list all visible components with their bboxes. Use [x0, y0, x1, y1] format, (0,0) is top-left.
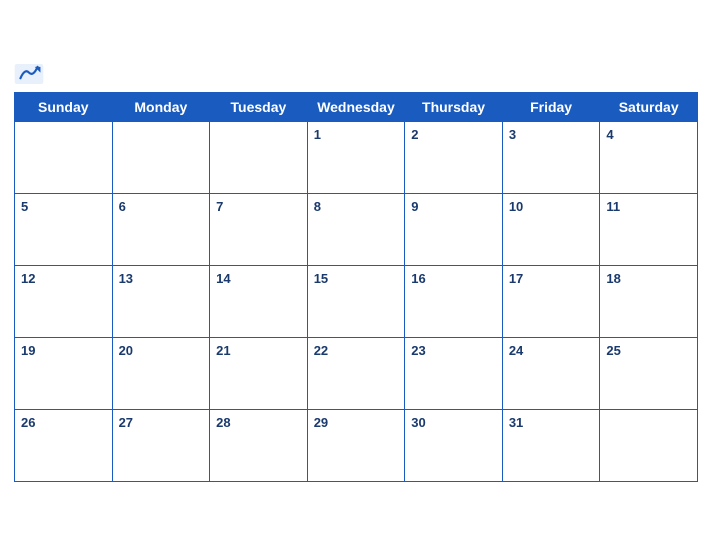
calendar-cell [15, 122, 113, 194]
day-number: 31 [509, 415, 523, 430]
day-number: 28 [216, 415, 230, 430]
day-number: 23 [411, 343, 425, 358]
day-number: 17 [509, 271, 523, 286]
calendar-body: 1234567891011121314151617181920212223242… [15, 122, 698, 482]
calendar-cell: 2 [405, 122, 503, 194]
calendar-cell: 26 [15, 410, 113, 482]
weekday-header-sunday: Sunday [15, 93, 113, 122]
calendar-cell [210, 122, 308, 194]
calendar-cell: 28 [210, 410, 308, 482]
calendar-cell: 14 [210, 266, 308, 338]
calendar-cell: 8 [307, 194, 405, 266]
calendar-cell: 22 [307, 338, 405, 410]
day-number: 14 [216, 271, 230, 286]
calendar-cell: 17 [502, 266, 600, 338]
calendar-wrapper: SundayMondayTuesdayWednesdayThursdayFrid… [0, 54, 712, 496]
weekday-header-saturday: Saturday [600, 93, 698, 122]
day-number: 8 [314, 199, 321, 214]
day-number: 19 [21, 343, 35, 358]
calendar-table: SundayMondayTuesdayWednesdayThursdayFrid… [14, 92, 698, 482]
calendar-cell: 27 [112, 410, 210, 482]
calendar-cell: 11 [600, 194, 698, 266]
day-number: 30 [411, 415, 425, 430]
weekday-header-monday: Monday [112, 93, 210, 122]
day-number: 29 [314, 415, 328, 430]
day-number: 16 [411, 271, 425, 286]
calendar-cell: 21 [210, 338, 308, 410]
day-number: 3 [509, 127, 516, 142]
calendar-cell: 24 [502, 338, 600, 410]
weekday-header-thursday: Thursday [405, 93, 503, 122]
calendar-cell: 20 [112, 338, 210, 410]
day-number: 25 [606, 343, 620, 358]
day-number: 22 [314, 343, 328, 358]
calendar-cell: 15 [307, 266, 405, 338]
day-number: 20 [119, 343, 133, 358]
day-number: 1 [314, 127, 321, 142]
weekday-header-tuesday: Tuesday [210, 93, 308, 122]
calendar-cell: 25 [600, 338, 698, 410]
calendar-cell: 31 [502, 410, 600, 482]
logo-area [14, 64, 44, 86]
week-row-4: 19 20 21 22 23 24 25 [15, 338, 698, 410]
calendar-cell: 30 [405, 410, 503, 482]
day-number: 26 [21, 415, 35, 430]
calendar-cell: 13 [112, 266, 210, 338]
day-number: 15 [314, 271, 328, 286]
day-number: 2 [411, 127, 418, 142]
calendar-cell: 23 [405, 338, 503, 410]
day-number: 9 [411, 199, 418, 214]
calendar-cell: 6 [112, 194, 210, 266]
calendar-cell: 3 [502, 122, 600, 194]
calendar-cell [112, 122, 210, 194]
calendar-cell: 18 [600, 266, 698, 338]
weekday-header-wednesday: Wednesday [307, 93, 405, 122]
calendar-header [14, 64, 698, 86]
calendar-cell: 12 [15, 266, 113, 338]
calendar-cell: 5 [15, 194, 113, 266]
week-row-2: 5 6 7 8 9 10 11 [15, 194, 698, 266]
day-number: 27 [119, 415, 133, 430]
day-number: 7 [216, 199, 223, 214]
day-number: 12 [21, 271, 35, 286]
day-number: 13 [119, 271, 133, 286]
day-number: 6 [119, 199, 126, 214]
week-row-1: 1 2 3 4 [15, 122, 698, 194]
day-number: 5 [21, 199, 28, 214]
calendar-cell: 1 [307, 122, 405, 194]
calendar-cell: 4 [600, 122, 698, 194]
calendar-cell: 29 [307, 410, 405, 482]
weekday-header-friday: Friday [502, 93, 600, 122]
generalblue-logo-icon [14, 64, 44, 84]
calendar-cell: 10 [502, 194, 600, 266]
day-number: 4 [606, 127, 613, 142]
weekday-header-row: SundayMondayTuesdayWednesdayThursdayFrid… [15, 93, 698, 122]
calendar-cell: 7 [210, 194, 308, 266]
week-row-5: 26 27 28 29 30 31 [15, 410, 698, 482]
day-number: 24 [509, 343, 523, 358]
week-row-3: 12 13 14 15 16 17 18 [15, 266, 698, 338]
calendar-cell: 16 [405, 266, 503, 338]
calendar-cell [600, 410, 698, 482]
day-number: 11 [606, 199, 620, 214]
day-number: 21 [216, 343, 230, 358]
day-number: 10 [509, 199, 523, 214]
day-number: 18 [606, 271, 620, 286]
calendar-cell: 9 [405, 194, 503, 266]
calendar-cell: 19 [15, 338, 113, 410]
